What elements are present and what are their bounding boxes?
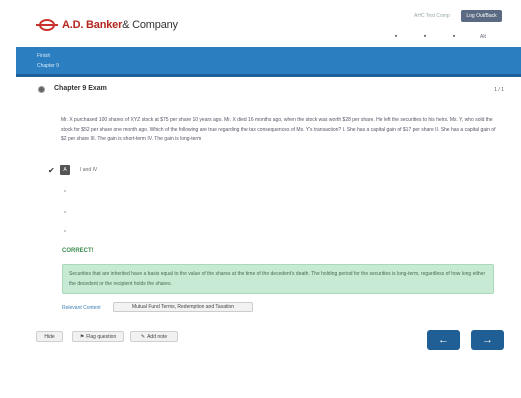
result-label: CORRECT! xyxy=(62,248,94,254)
chapter-header: Chapter 9 Exam 1 / 1 xyxy=(38,84,504,96)
previous-button[interactable]: ← xyxy=(427,330,460,350)
add-note-button[interactable]: ✎ Add note xyxy=(130,331,178,342)
explanation-box: Securities that are inherited have a bas… xyxy=(62,264,494,294)
flag-icon[interactable]: ▪ xyxy=(450,33,458,41)
logo-mark-icon xyxy=(36,19,58,31)
logo-text: A.D. Banker xyxy=(62,19,123,31)
chapter-icon xyxy=(38,86,45,93)
banner-line-1[interactable]: Finish xyxy=(37,53,50,59)
flag-question-button[interactable]: ⚑ Flag question xyxy=(72,331,124,342)
arrow-right-icon: → xyxy=(482,334,493,346)
chapter-title: Chapter 9 Exam xyxy=(54,85,107,92)
question-text: Mr. X purchased 100 shares of XYZ stock … xyxy=(61,117,496,142)
hide-label: Hide xyxy=(44,333,55,340)
company-logo[interactable]: A.D. Banker& Company xyxy=(36,19,178,31)
hide-button[interactable]: Hide xyxy=(36,331,63,342)
answer-dot-icon xyxy=(64,211,66,213)
answer-letter: A xyxy=(60,165,70,175)
banner-line-2: Chapter 9 xyxy=(37,63,59,69)
note-label: Add note xyxy=(147,333,168,340)
answer-dot-icon xyxy=(64,190,66,192)
note-icon: ✎ xyxy=(140,333,146,340)
calculator-icon[interactable]: ▪ xyxy=(392,33,400,41)
course-banner: Finish Chapter 9 xyxy=(16,47,521,77)
checkmark-icon: ✔ xyxy=(48,166,55,175)
answer-dot-icon xyxy=(64,230,66,232)
menu-dropdown[interactable]: Alt xyxy=(480,34,486,40)
logout-button[interactable]: Log Out/Back xyxy=(461,10,502,22)
reference-label[interactable]: Relevant Content xyxy=(62,305,101,311)
answer-text: I and IV xyxy=(80,167,98,173)
arrow-left-icon: ← xyxy=(438,334,449,346)
top-bar: A.D. Banker& Company AHC Test Comp Log O… xyxy=(0,0,521,45)
question-counter: 1 / 1 xyxy=(494,87,504,93)
next-button[interactable]: → xyxy=(471,330,504,350)
reference-button[interactable]: Mutual Fund Terms, Redemption and Taxati… xyxy=(113,302,253,312)
bookmark-icon[interactable]: ▪ xyxy=(421,33,429,41)
flag-label: Flag question xyxy=(86,333,117,340)
user-info: AHC Test Comp xyxy=(414,13,450,19)
flag-icon: ⚑ xyxy=(79,333,85,340)
logo-suffix: & Company xyxy=(122,19,178,31)
